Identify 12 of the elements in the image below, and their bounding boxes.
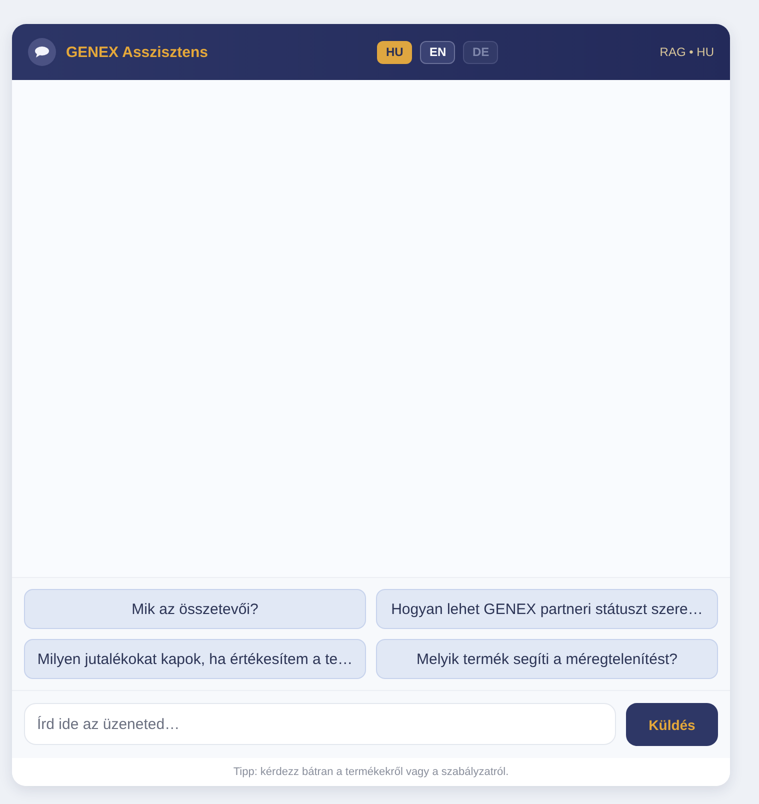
suggestion-button[interactable]: Mik az összetevői? [24, 589, 366, 629]
suggestion-button[interactable]: Milyen jutalékokat kapok, ha értékesítem a te… [24, 639, 366, 679]
message-input[interactable]: Írd ide az üzeneted… [24, 703, 616, 745]
tip-text: Tipp: kérdezz bátran a termékekről vagy a szabályzatról. [233, 766, 509, 778]
suggestion-button[interactable]: Melyik termék segíti a méregtelenítést? [376, 639, 718, 679]
language-button[interactable]: EN [420, 40, 456, 64]
status-text: RAG • HU [660, 45, 714, 59]
send-button[interactable]: Küldés [626, 703, 718, 746]
chat-bubble-icon [28, 38, 56, 66]
language-button[interactable]: HU [377, 40, 412, 64]
app-title: GENEX Asszisztens [66, 44, 208, 60]
suggestion-button[interactable]: Hogyan lehet GENEX partneri státuszt szere… [376, 589, 718, 629]
